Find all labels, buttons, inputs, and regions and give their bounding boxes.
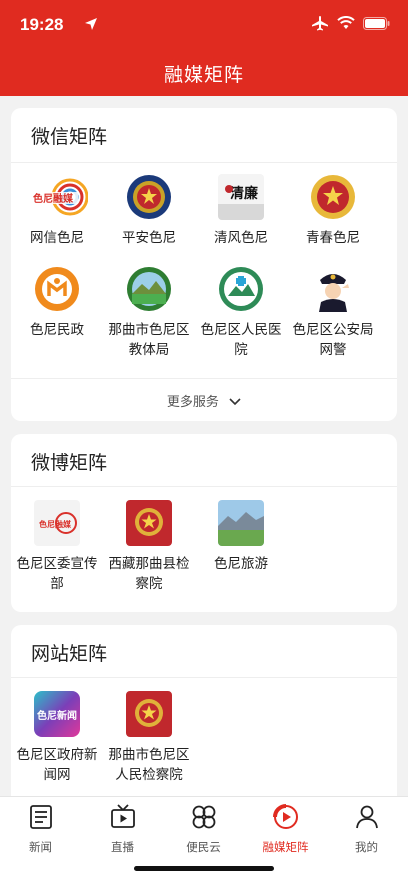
wifi-icon [337, 16, 355, 29]
tourism-landscape-icon [218, 500, 264, 546]
wechat-item-pingan[interactable]: 平安色尼 [103, 174, 195, 248]
item-label: 平安色尼 [122, 230, 176, 246]
divider [11, 486, 397, 487]
airplane-icon [312, 16, 328, 31]
page-title: 融媒矩阵 [163, 64, 244, 86]
seni-news-logo: 色尼新闻 [34, 691, 80, 737]
weibo-matrix-card: 微博矩阵 色尼融媒 色尼区委宣传部 西藏那曲县检察院 色尼旅游 [11, 434, 397, 612]
svg-text:色尼新闻: 色尼新闻 [37, 709, 77, 722]
svg-text:色尼融媒: 色尼融媒 [39, 519, 72, 529]
app-header: 19:28 融媒矩阵 [0, 0, 408, 96]
youth-league-icon [310, 174, 356, 220]
tv-icon [110, 804, 135, 828]
item-label: 色尼区政府新闻网 [16, 747, 98, 783]
hospital-logo-icon [218, 266, 264, 312]
content-area[interactable]: 微信矩阵 色尼融媒 网信色尼 平安色尼 清廉 清风色尼 青春色尼 色尼民政 那曲… [0, 96, 408, 796]
location-arrow-icon [85, 18, 97, 30]
cyber-police-icon [310, 266, 356, 312]
seni-media-logo: 色尼融媒 [34, 500, 80, 546]
battery-icon [363, 16, 390, 30]
tab-label: 融媒矩阵 [262, 840, 309, 854]
website-item-news[interactable]: 色尼新闻 色尼区政府新闻网 [11, 691, 103, 785]
item-label: 色尼民政 [30, 322, 84, 338]
civil-affairs-icon [34, 266, 80, 312]
chevron-down-icon [229, 398, 241, 406]
item-label: 那曲市色尼区人民检察院 [108, 747, 190, 783]
tab-label: 新闻 [29, 840, 52, 854]
tab-media-matrix[interactable]: 融媒矩阵 [245, 803, 326, 855]
wechat-item-wangxin[interactable]: 色尼融媒 网信色尼 [11, 174, 103, 248]
status-icons [311, 15, 390, 31]
status-time: 19:28 [20, 15, 64, 34]
media-matrix-icon [272, 804, 298, 829]
website-item-procuratorate[interactable]: 那曲市色尼区人民检察院 [103, 691, 195, 785]
user-icon [355, 805, 378, 829]
weibo-item-jianchayuan[interactable]: 西藏那曲县检察院 [103, 500, 195, 594]
tab-label: 我的 [355, 840, 378, 854]
home-indicator [134, 866, 274, 871]
divider [11, 677, 397, 678]
status-bar: 19:28 [0, 0, 408, 48]
divider [11, 378, 397, 379]
more-services-label: 更多服务 [166, 395, 219, 410]
item-label: 清风色尼 [214, 230, 268, 246]
item-label: 网信色尼 [30, 230, 84, 246]
tab-mine[interactable]: 我的 [326, 803, 407, 855]
wechat-item-qingchun[interactable]: 青春色尼 [287, 174, 379, 248]
item-label: 那曲市色尼区教体局 [108, 322, 190, 358]
weibo-section-title: 微博矩阵 [31, 452, 108, 474]
tab-convenience[interactable]: 便民云 [163, 803, 244, 855]
svg-text:色尼融媒: 色尼融媒 [33, 192, 74, 205]
item-label: 色尼区委宣传部 [16, 556, 98, 592]
wechat-matrix-card: 微信矩阵 色尼融媒 网信色尼 平安色尼 清廉 清风色尼 青春色尼 色尼民政 那曲… [11, 108, 397, 421]
item-label: 色尼旅游 [214, 556, 268, 572]
svg-text:清廉: 清廉 [230, 185, 258, 202]
education-bureau-icon [126, 266, 172, 312]
tab-news[interactable]: 新闻 [0, 803, 81, 855]
wechat-item-qingfeng[interactable]: 清廉 清风色尼 [195, 174, 287, 248]
weibo-item-tourism[interactable]: 色尼旅游 [195, 500, 287, 574]
website-section-title: 网站矩阵 [31, 643, 108, 665]
website-matrix-card: 网站矩阵 色尼新闻 色尼区政府新闻网 那曲市色尼区人民检察院 [11, 625, 397, 796]
seni-media-logo: 色尼融媒 [26, 174, 88, 220]
wechat-item-wangjing[interactable]: 色尼区公安局网警 [287, 266, 379, 360]
weibo-item-xuanchuan[interactable]: 色尼融媒 色尼区委宣传部 [11, 500, 103, 594]
item-label: 西藏那曲县检察院 [108, 556, 190, 592]
news-icon [29, 805, 52, 829]
wechat-section-title: 微信矩阵 [31, 126, 108, 148]
tab-label: 便民云 [186, 840, 221, 854]
wechat-item-jiaoti[interactable]: 那曲市色尼区教体局 [103, 266, 195, 360]
wechat-item-minzheng[interactable]: 色尼民政 [11, 266, 103, 340]
qingfeng-logo: 清廉 [218, 174, 264, 220]
tab-label: 直播 [111, 840, 134, 854]
police-badge-icon [126, 174, 172, 220]
procuratorate-emblem-icon [126, 691, 172, 737]
item-label: 色尼区人民医院 [200, 322, 282, 358]
tab-live[interactable]: 直播 [82, 803, 163, 855]
procuratorate-emblem-icon [126, 500, 172, 546]
divider [11, 162, 397, 163]
wechat-item-hospital[interactable]: 色尼区人民医院 [195, 266, 287, 360]
item-label: 青春色尼 [306, 230, 360, 246]
more-services-button[interactable]: 更多服务 [11, 391, 397, 410]
clover-icon [192, 805, 215, 829]
item-label: 色尼区公安局网警 [292, 322, 374, 358]
